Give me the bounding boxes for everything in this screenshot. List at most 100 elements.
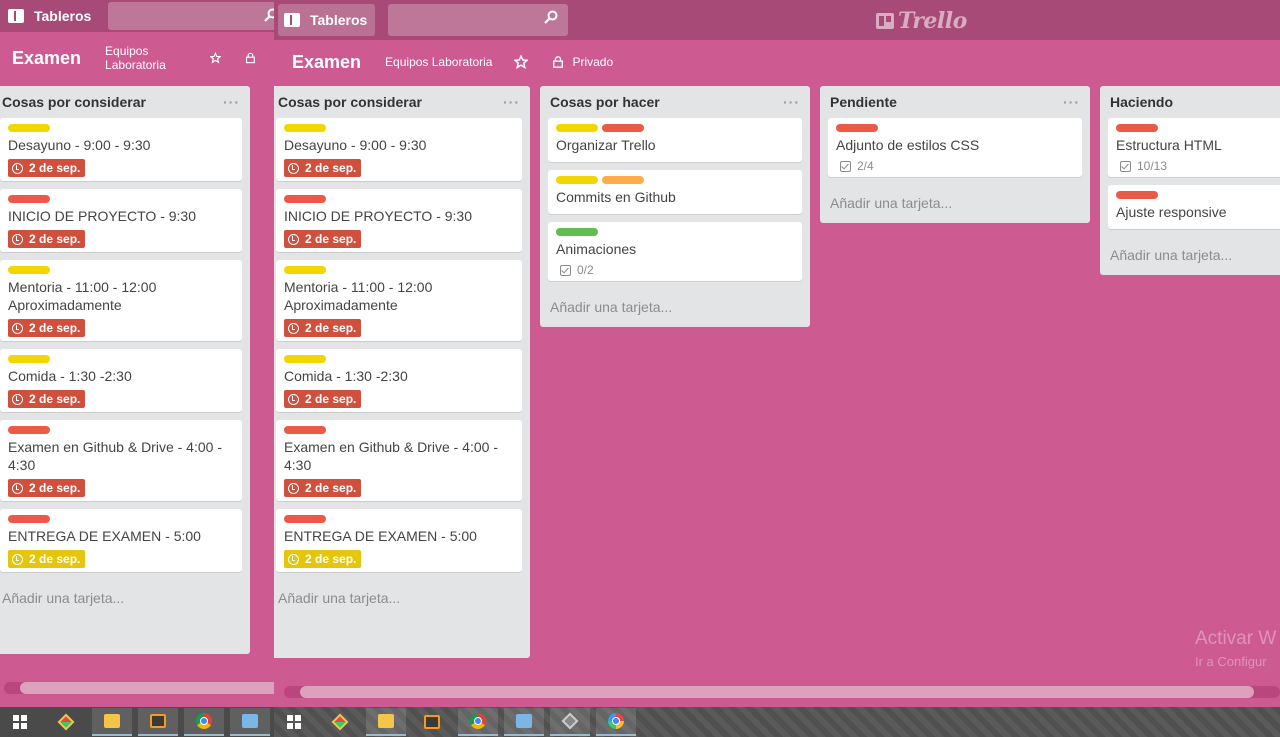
due-badge: 2 de sep.: [8, 159, 86, 177]
card[interactable]: Animaciones 0/2: [548, 222, 802, 281]
back-boards-button[interactable]: Tableros: [2, 0, 99, 32]
card[interactable]: Examen en Github & Drive - 4:00 - 4:30 2…: [276, 420, 522, 501]
checklist-badge: 0/2: [560, 263, 594, 277]
label-red: [8, 195, 50, 203]
taskbar-app[interactable]: [230, 708, 270, 736]
list-header: Haciendo: [1108, 86, 1280, 118]
list-menu-icon[interactable]: ···: [783, 94, 800, 110]
list-title[interactable]: Haciendo: [1110, 94, 1173, 110]
git-kraken-icon: [331, 713, 349, 731]
back-scrollbar-thumb[interactable]: [20, 682, 280, 694]
clock-icon: [12, 553, 23, 565]
background-window: Tableros Examen Equipos Laboratoria Cosa…: [0, 0, 280, 737]
taskbar-app[interactable]: [320, 708, 360, 736]
taskbar-app[interactable]: [366, 708, 406, 736]
card[interactable]: Commits en Github: [548, 170, 802, 214]
checklist-icon: [1120, 160, 1131, 172]
visibility-button[interactable]: Privado: [552, 55, 613, 69]
card[interactable]: Desayuno - 9:00 - 9:30 2 de sep.: [0, 118, 242, 181]
list-menu-icon[interactable]: ···: [503, 94, 520, 110]
due-badge: 2 de sep.: [284, 479, 362, 497]
card[interactable]: Adjunto de estilos CSS 2/4: [828, 118, 1082, 177]
taskbar-app[interactable]: [184, 708, 224, 736]
back-board-title[interactable]: Examen: [12, 48, 81, 69]
card[interactable]: Organizar Trello: [548, 118, 802, 162]
taskbar-app[interactable]: [412, 708, 452, 736]
lock-icon[interactable]: [245, 51, 256, 65]
add-card-link[interactable]: Añadir una tarjeta...: [276, 580, 522, 610]
card-title: Estructura HTML: [1116, 137, 1222, 153]
card[interactable]: ENTREGA DE EXAMEN - 5:00 2 de sep.: [0, 509, 242, 572]
back-boards-label: Tableros: [34, 8, 92, 24]
taskbar-app[interactable]: [504, 708, 544, 736]
list-header: Pendiente ···: [828, 86, 1082, 118]
boards-icon: [8, 9, 24, 23]
back-board-team[interactable]: Equipos Laboratoria: [105, 44, 188, 72]
star-icon[interactable]: [514, 55, 529, 69]
back-header: Tableros: [0, 0, 280, 32]
card[interactable]: INICIO DE PROYECTO - 9:30 2 de sep.: [276, 189, 522, 252]
taskbar-app[interactable]: [46, 708, 86, 736]
add-card-link[interactable]: Añadir una tarjeta...: [1108, 237, 1280, 267]
list-haciendo: Haciendo Estructura HTML 10/13 Ajuste re…: [1100, 86, 1280, 275]
board-title[interactable]: Examen: [292, 52, 361, 73]
clock-icon: [12, 233, 23, 245]
taskbar-app[interactable]: [596, 708, 636, 736]
label-red: [836, 124, 878, 132]
add-card-link[interactable]: Añadir una tarjeta...: [828, 185, 1082, 215]
lock-icon: [553, 56, 564, 68]
card-title: Mentoria - 11:00 - 12:00 Aproximadamente: [8, 279, 157, 313]
activation-watermark: Activar W Ir a Configur: [1195, 628, 1276, 669]
list-menu-icon[interactable]: ···: [223, 94, 240, 110]
taskbar-app[interactable]: [92, 708, 132, 736]
start-button[interactable]: [0, 708, 40, 736]
card[interactable]: Examen en Github & Drive - 4:00 - 4:30 2…: [0, 420, 242, 501]
card-title: ENTREGA DE EXAMEN - 5:00: [284, 528, 477, 544]
board-scrollbar-thumb[interactable]: [300, 686, 1254, 698]
card[interactable]: Estructura HTML 10/13: [1108, 118, 1280, 177]
git-icon: [561, 712, 579, 730]
taskbar-app[interactable]: [138, 708, 178, 736]
label-red: [284, 195, 326, 203]
list-title[interactable]: Cosas por hacer: [550, 94, 660, 110]
taskbar-app[interactable]: [550, 708, 590, 736]
search-input[interactable]: [388, 4, 568, 36]
board-team[interactable]: Equipos Laboratoria: [385, 55, 492, 69]
list-menu-icon[interactable]: ···: [1063, 94, 1080, 110]
card[interactable]: Comida - 1:30 -2:30 2 de sep.: [0, 349, 242, 412]
card[interactable]: Comida - 1:30 -2:30 2 de sep.: [276, 349, 522, 412]
add-card-link[interactable]: Añadir una tarjeta...: [548, 289, 802, 319]
back-board-bar: Examen Equipos Laboratoria: [0, 38, 280, 78]
label-red: [602, 124, 644, 132]
taskbar-app[interactable]: [458, 708, 498, 736]
label-yellow: [556, 124, 598, 132]
watermark-line-2: Ir a Configur: [1195, 654, 1267, 669]
card[interactable]: Mentoria - 11:00 - 12:00 Aproximadamente…: [276, 260, 522, 341]
due-badge: 2 de sep.: [8, 479, 86, 497]
card[interactable]: ENTREGA DE EXAMEN - 5:00 2 de sep.: [276, 509, 522, 572]
boards-button[interactable]: Tableros: [278, 4, 376, 36]
search-icon[interactable]: [544, 10, 558, 24]
card[interactable]: Ajuste responsive: [1108, 185, 1280, 229]
start-button[interactable]: [274, 708, 314, 736]
list-cosas-por-hacer: Cosas por hacer ··· Organizar Trello Com…: [540, 86, 810, 327]
trello-logo[interactable]: Trello: [876, 8, 967, 34]
add-card-link[interactable]: Añadir una tarjeta...: [0, 580, 242, 610]
star-icon[interactable]: [210, 51, 222, 65]
card[interactable]: INICIO DE PROYECTO - 9:30 2 de sep.: [0, 189, 242, 252]
list-title[interactable]: Pendiente: [830, 94, 897, 110]
paint-icon: [608, 713, 624, 729]
back-search-input[interactable]: [108, 2, 280, 30]
chrome-icon: [470, 713, 486, 729]
clock-icon: [288, 393, 299, 405]
card-title: Mentoria - 11:00 - 12:00 Aproximadamente: [284, 279, 433, 313]
card-title: Desayuno - 9:00 - 9:30: [284, 137, 427, 153]
list-title[interactable]: Cosas por considerar: [278, 94, 422, 110]
list-title[interactable]: Cosas por considerar: [2, 94, 146, 110]
due-badge: 2 de sep.: [8, 390, 86, 408]
card-title: INICIO DE PROYECTO - 9:30: [284, 208, 473, 224]
card[interactable]: Desayuno - 9:00 - 9:30 2 de sep.: [276, 118, 522, 181]
card[interactable]: Mentoria - 11:00 - 12:00 Aproximadamente…: [0, 260, 242, 341]
card-title: Comida - 1:30 -2:30: [8, 368, 132, 384]
label-red: [8, 515, 50, 523]
